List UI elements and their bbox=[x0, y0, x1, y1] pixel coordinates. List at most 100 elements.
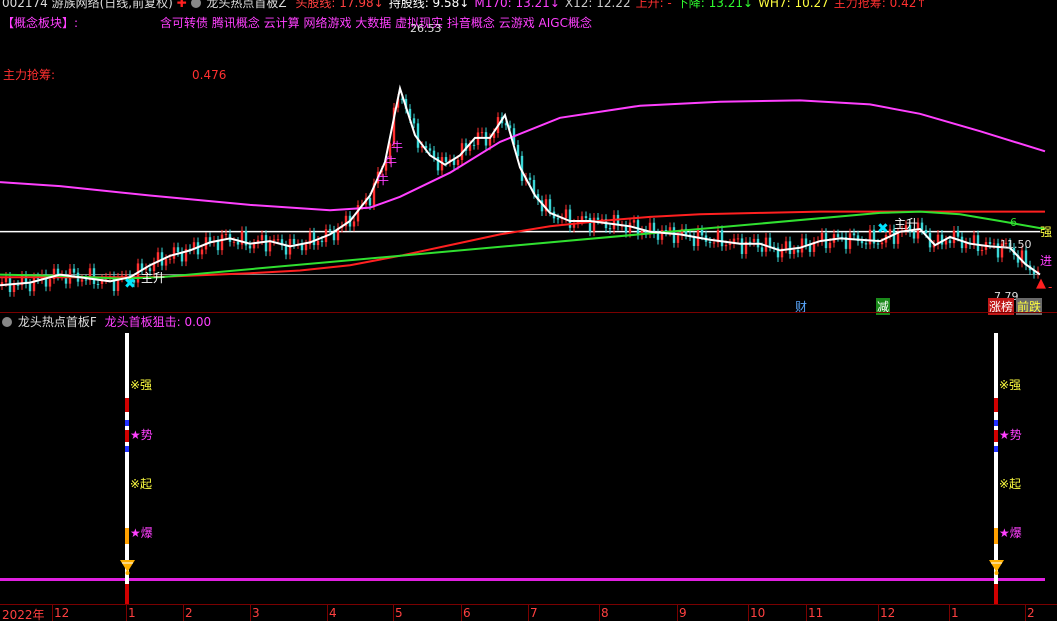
candle-body bbox=[944, 240, 948, 245]
main-chart-svg bbox=[0, 84, 1046, 297]
x-tick bbox=[126, 605, 127, 621]
candle-body bbox=[272, 239, 276, 241]
add-indicator-icon[interactable]: ✚ bbox=[177, 0, 187, 10]
candle-body bbox=[220, 234, 224, 251]
candle-body bbox=[472, 144, 476, 146]
candle-body bbox=[656, 233, 660, 240]
candle-body bbox=[224, 234, 228, 236]
candle-body bbox=[888, 229, 892, 235]
candle-body bbox=[72, 268, 76, 273]
candle-body bbox=[352, 221, 356, 227]
x-tick bbox=[461, 605, 462, 621]
header-item-7: 主力抢筹: 0.42↑ bbox=[833, 0, 927, 10]
candle-body bbox=[992, 243, 996, 245]
x-tick bbox=[878, 605, 879, 621]
signal-seg-left-4 bbox=[125, 446, 129, 452]
candle-body bbox=[708, 241, 712, 244]
x-tick bbox=[748, 605, 749, 621]
sub-field-value: 0.00 bbox=[184, 315, 212, 329]
signal-burst-left: ★爆 bbox=[130, 526, 153, 540]
x-tick bbox=[677, 605, 678, 621]
candle-body bbox=[784, 241, 788, 249]
sub-header: 龙头热点首板F 龙头首板狙击: 0.00 bbox=[2, 315, 211, 329]
x-tick-label: 5 bbox=[395, 606, 403, 620]
candle-body bbox=[860, 240, 864, 244]
candle-body bbox=[768, 237, 772, 247]
candle-body bbox=[852, 233, 856, 236]
x-tick-label: 1 bbox=[951, 606, 959, 620]
candle-body bbox=[584, 216, 588, 219]
candle-body bbox=[48, 279, 52, 287]
candle-body bbox=[592, 217, 596, 232]
candle-body bbox=[828, 242, 832, 249]
dash-label: - bbox=[1048, 280, 1053, 294]
signal-strong-left: ※强 bbox=[130, 378, 153, 392]
ox-signal-2: 牛 bbox=[385, 155, 398, 169]
concept-label: 【概念板块】: bbox=[2, 16, 79, 30]
signal-seg-left-6 bbox=[125, 584, 129, 604]
x-tick-label: 2022年 bbox=[2, 608, 45, 621]
rise-marker-icon-1: ✖ bbox=[124, 276, 136, 292]
candle-body bbox=[32, 277, 36, 292]
x-tick-label: 10 bbox=[750, 606, 766, 620]
candle-body bbox=[312, 232, 316, 246]
signal-seg-left-5 bbox=[125, 528, 129, 544]
candle-body bbox=[848, 233, 852, 249]
candle-body bbox=[796, 249, 800, 253]
right-price-label: 11.50 bbox=[1000, 238, 1032, 251]
candle-body bbox=[700, 230, 704, 236]
x-tick-label: 6 bbox=[463, 606, 471, 620]
signal-burst-right: ★爆 bbox=[999, 526, 1022, 540]
candle-body bbox=[368, 197, 372, 206]
peak-price-label: 26.53 bbox=[410, 22, 442, 35]
sub-toggle-icon[interactable] bbox=[2, 317, 12, 327]
indicator-toggle-icon[interactable] bbox=[190, 0, 201, 8]
x-tick-label: 3 bbox=[252, 606, 260, 620]
candle-body bbox=[804, 238, 808, 245]
candle-body bbox=[564, 209, 568, 219]
x-tick-label: 1 bbox=[128, 606, 136, 620]
sub-field-label: 龙头首板狙击: bbox=[104, 315, 181, 329]
series-line-持股线 bbox=[0, 84, 1041, 287]
candle-body bbox=[164, 259, 168, 266]
candle-body bbox=[980, 249, 984, 251]
candle-body bbox=[320, 240, 324, 243]
strong-signal-label: 强 bbox=[1040, 225, 1053, 239]
signal-seg-right-1 bbox=[994, 398, 998, 412]
funnel-icon-right bbox=[988, 558, 1005, 576]
sub-baseline bbox=[0, 578, 1045, 581]
x-tick-label: 2 bbox=[185, 606, 193, 620]
candle-body bbox=[548, 199, 552, 212]
enter-signal-label: 进 bbox=[1040, 254, 1053, 268]
header-item-5: 下降: 13.21↓ bbox=[676, 0, 754, 10]
main-force-value: 0.476 bbox=[192, 68, 227, 82]
x-tick-label: 11 bbox=[808, 606, 824, 620]
candle-body bbox=[724, 245, 728, 247]
candle-body bbox=[808, 244, 812, 252]
arrow-up-icon: ▲ bbox=[1036, 276, 1046, 291]
candle-body bbox=[596, 217, 600, 220]
candle-body bbox=[456, 159, 460, 165]
ox-signal-3: 牛 bbox=[377, 173, 390, 187]
candle-body bbox=[260, 235, 264, 241]
candle-body bbox=[748, 241, 752, 243]
candle-body bbox=[912, 232, 916, 239]
candle-body bbox=[236, 241, 240, 245]
candle-body bbox=[976, 235, 980, 251]
main-force-label: 主力抢筹: bbox=[3, 68, 56, 82]
candle-body bbox=[252, 243, 256, 249]
signal-seg-right-3 bbox=[994, 430, 998, 442]
signal-seg-right-4 bbox=[994, 446, 998, 452]
x-tick bbox=[52, 605, 53, 621]
candle-body bbox=[800, 238, 804, 253]
x-tick-label: 4 bbox=[329, 606, 337, 620]
candle-body bbox=[172, 247, 176, 259]
main-rise-label-2: 主升 bbox=[894, 217, 919, 231]
candle-body bbox=[268, 240, 272, 252]
candle-body bbox=[940, 234, 944, 245]
candle-body bbox=[676, 235, 680, 243]
x-tick-label: 12 bbox=[54, 606, 70, 620]
header-item-6: WH7: 10.27 bbox=[758, 0, 829, 10]
candle-body bbox=[720, 230, 724, 247]
candle-body bbox=[628, 222, 632, 233]
